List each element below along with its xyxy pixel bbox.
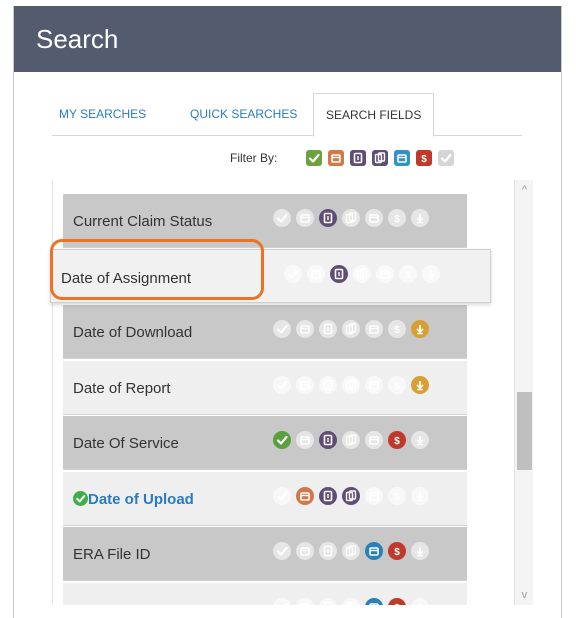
box-icon	[296, 431, 314, 449]
document-upload-icon	[319, 486, 337, 505]
tab-search-fields[interactable]: SEARCH FIELDS	[313, 93, 435, 137]
box-icon	[296, 375, 314, 394]
filter-box-icon[interactable]	[328, 150, 344, 166]
svg-text:$: $	[394, 381, 400, 392]
tab-my-searches[interactable]: MY SEARCHES	[59, 93, 146, 136]
check-icon	[273, 320, 291, 338]
tab-bar: MY SEARCHES QUICK SEARCHES SEARCH FIELDS	[52, 93, 522, 137]
box-icon	[365, 320, 383, 338]
document-upload-icon	[319, 542, 337, 560]
scroll-thumb[interactable]	[517, 392, 532, 470]
download-icon	[411, 486, 429, 505]
filter-check-icon[interactable]	[438, 150, 454, 166]
field-label: Date Of Service	[73, 435, 179, 452]
documents-icon	[342, 542, 360, 560]
field-row[interactable]: Date of Download $	[63, 305, 467, 359]
dollar-icon: $	[399, 265, 417, 283]
scroll-down-arrow-icon[interactable]: v	[515, 585, 534, 605]
documents-icon	[342, 209, 360, 227]
box-icon	[296, 209, 314, 227]
svg-text:$: $	[394, 492, 400, 503]
dollar-icon: $	[388, 597, 406, 606]
svg-text:$: $	[421, 154, 427, 165]
download-icon	[411, 431, 429, 449]
download-icon	[411, 375, 429, 394]
check-icon	[273, 209, 291, 227]
dollar-icon: $	[388, 542, 406, 560]
field-label: Date of Download	[73, 324, 193, 341]
check-icon	[273, 486, 291, 505]
document-upload-icon	[319, 375, 337, 394]
field-label: Current Claim Status	[73, 213, 213, 230]
documents-icon	[342, 320, 360, 338]
dollar-icon: $	[388, 209, 406, 227]
box-icon	[296, 542, 314, 560]
box-icon	[365, 597, 383, 605]
field-label: ERA File Name	[73, 605, 176, 606]
document-upload-icon	[319, 209, 337, 227]
box-icon	[365, 486, 383, 505]
documents-icon	[342, 597, 360, 605]
filter-box-icon[interactable]	[394, 150, 410, 166]
svg-text:$: $	[394, 436, 400, 447]
download-icon	[411, 542, 429, 560]
box-icon	[365, 542, 383, 560]
documents-icon	[342, 431, 360, 449]
filter-documents-icon[interactable]	[372, 150, 388, 166]
documents-icon	[342, 375, 360, 394]
documents-icon	[342, 486, 360, 505]
scroll-up-arrow-icon[interactable]: ^	[515, 180, 534, 200]
list-scrollbar[interactable]: ^ v	[514, 180, 533, 605]
field-row[interactable]: Date of Report $	[63, 360, 467, 415]
box-icon	[307, 265, 325, 283]
box-icon	[365, 431, 383, 449]
field-label: ERA File ID	[73, 546, 151, 563]
documents-icon	[353, 265, 371, 283]
box-icon	[296, 597, 314, 605]
field-row[interactable]: Date of Upload $	[63, 471, 467, 526]
document-upload-icon	[319, 597, 337, 605]
check-icon	[273, 375, 291, 394]
panel-header: Search	[14, 6, 561, 72]
dollar-icon: $	[388, 486, 406, 505]
dollar-icon: $	[388, 320, 406, 338]
svg-text:$: $	[394, 214, 400, 225]
box-icon	[365, 375, 383, 394]
filter-check-icon[interactable]	[306, 150, 322, 166]
box-icon	[296, 486, 314, 505]
panel-title: Search	[36, 24, 119, 54]
download-icon	[411, 209, 429, 227]
field-row[interactable]: ERA File ID $	[63, 527, 467, 581]
dollar-icon: $	[388, 375, 406, 394]
document-upload-icon	[319, 320, 337, 338]
document-upload-icon	[319, 431, 337, 449]
svg-text:$: $	[405, 270, 411, 281]
download-icon	[411, 597, 429, 605]
dollar-icon: $	[388, 431, 406, 449]
tab-quick-searches[interactable]: QUICK SEARCHES	[190, 93, 297, 136]
svg-text:$: $	[394, 603, 400, 606]
filter-document-upload-icon[interactable]	[350, 150, 366, 166]
field-row[interactable]: Date Of Service $	[63, 416, 467, 470]
svg-text:$: $	[394, 325, 400, 336]
filter-dollar-icon[interactable]: $	[416, 150, 432, 166]
download-icon	[411, 320, 429, 338]
box-icon	[376, 265, 394, 283]
field-label: Date of Upload	[73, 490, 194, 508]
check-icon	[273, 542, 291, 560]
filter-label: Filter By:	[230, 151, 278, 165]
check-icon	[273, 597, 291, 605]
selected-check-icon	[73, 490, 88, 508]
highlight-annotation	[50, 239, 264, 300]
svg-text:$: $	[394, 547, 400, 558]
field-label: Date of Report	[73, 379, 171, 397]
document-upload-icon	[330, 265, 348, 283]
box-icon	[296, 320, 314, 338]
check-icon	[273, 431, 291, 449]
field-row[interactable]: ERA File Name $	[63, 582, 467, 606]
box-icon	[365, 209, 383, 227]
check-icon	[284, 265, 302, 283]
download-icon	[422, 265, 440, 283]
